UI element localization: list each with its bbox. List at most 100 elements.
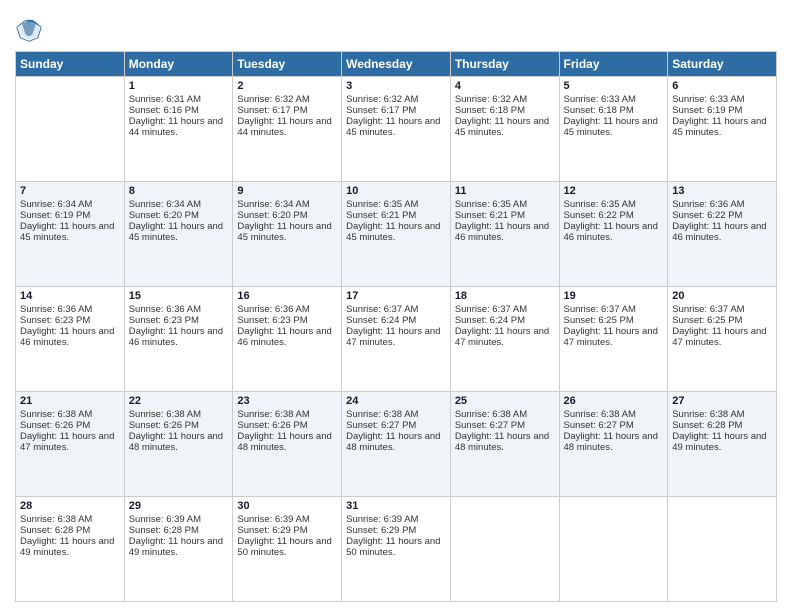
calendar-week-row: 7 Sunrise: 6:34 AM Sunset: 6:19 PM Daylight… [16,182,777,287]
calendar-cell: 14Sunrise: 6:36 AMSunset: 6:23 PMDayligh… [16,287,125,392]
calendar-cell: 24Sunrise: 6:38 AMSunset: 6:27 PMDayligh… [342,392,451,497]
day-number: 28 [20,500,120,512]
sunset-text: Sunset: 6:29 PM [237,525,337,536]
daylight-text: Daylight: 11 hours and 47 minutes. [20,431,120,453]
day-number: 13 [672,185,772,197]
daylight-text: Daylight: 11 hours and 49 minutes. [672,431,772,453]
daylight-text: Daylight: 11 hours and 48 minutes. [129,431,229,453]
calendar-cell: 18Sunrise: 6:37 AMSunset: 6:24 PMDayligh… [450,287,559,392]
calendar-cell: 25Sunrise: 6:38 AMSunset: 6:27 PMDayligh… [450,392,559,497]
sunrise-text: Sunrise: 6:32 AM [346,94,446,105]
sunset-text: Sunset: 6:27 PM [346,420,446,431]
sunset-text: Sunset: 6:23 PM [237,315,337,326]
daylight-text: Daylight: 11 hours and 45 minutes. [564,116,664,138]
daylight-text: Daylight: 11 hours and 48 minutes. [455,431,555,453]
calendar-cell: 8Sunrise: 6:34 AMSunset: 6:20 PMDaylight… [124,182,233,287]
daylight-text: Daylight: 11 hours and 50 minutes. [346,536,446,558]
day-number: 19 [564,290,664,302]
sunrise-text: Sunrise: 6:35 AM [564,199,664,210]
weekday-header: Friday [559,52,668,77]
sunset-text: Sunset: 6:17 PM [237,105,337,116]
calendar-cell: 2Sunrise: 6:32 AMSunset: 6:17 PMDaylight… [233,77,342,182]
calendar-cell: 27 Sunrise: 6:38 AMSunset: 6:28 PMDayligh… [668,392,777,497]
day-number: 26 [564,395,664,407]
day-number: 17 [346,290,446,302]
sunrise-text: Sunrise: 6:37 AM [455,304,555,315]
day-number: 21 [20,395,120,407]
calendar-week-row: 21Sunrise: 6:38 AMSunset: 6:26 PMDayligh… [16,392,777,497]
sunset-text: Sunset: 6:25 PM [564,315,664,326]
daylight-text: Daylight: 11 hours and 47 minutes. [455,326,555,348]
weekday-header: Sunday [16,52,125,77]
sunrise-text: Sunrise: 6:38 AM [129,409,229,420]
logo-icon [15,15,43,43]
sunrise-text: Sunrise: 6:38 AM [672,409,772,420]
sunset-text: Sunset: 6:16 PM [129,105,229,116]
sunset-text: Sunset: 6:26 PM [20,420,120,431]
calendar-cell [16,77,125,182]
weekday-header: Wednesday [342,52,451,77]
sunset-text: Sunset: 6:19 PM [20,210,120,221]
sunset-text: Sunset: 6:28 PM [672,420,772,431]
sunrise-text: Sunrise: 6:38 AM [455,409,555,420]
sunrise-text: Sunrise: 6:38 AM [346,409,446,420]
calendar-cell: 17Sunrise: 6:37 AMSunset: 6:24 PMDayligh… [342,287,451,392]
daylight-text: Daylight: 11 hours and 45 minutes. [455,116,555,138]
sunrise-text: Sunrise: 6:31 AM [129,94,229,105]
day-number: 8 [129,185,229,197]
sunrise-text: Sunrise: 6:37 AM [672,304,772,315]
day-number: 7 [20,185,120,197]
day-number: 30 [237,500,337,512]
calendar-cell: 1Sunrise: 6:31 AMSunset: 6:16 PMDaylight… [124,77,233,182]
daylight-text: Daylight: 11 hours and 46 minutes. [129,326,229,348]
daylight-text: Daylight: 11 hours and 44 minutes. [237,116,337,138]
calendar-cell: 30Sunrise: 6:39 AMSunset: 6:29 PMDayligh… [233,497,342,602]
calendar-cell: 9Sunrise: 6:34 AMSunset: 6:20 PMDaylight… [233,182,342,287]
calendar-cell: 21 Sunrise: 6:38 AMSunset: 6:26 PMDayligh… [16,392,125,497]
calendar-table: SundayMondayTuesdayWednesdayThursdayFrid… [15,51,777,602]
sunset-text: Sunset: 6:21 PM [346,210,446,221]
sunrise-text: Sunrise: 6:38 AM [237,409,337,420]
sunset-text: Sunset: 6:28 PM [20,525,120,536]
calendar-cell [450,497,559,602]
daylight-text: Daylight: 11 hours and 47 minutes. [564,326,664,348]
calendar-cell: 31Sunrise: 6:39 AMSunset: 6:29 PMDayligh… [342,497,451,602]
calendar-cell: 28Sunrise: 6:38 AMSunset: 6:28 PMDayligh… [16,497,125,602]
daylight-text: Daylight: 11 hours and 46 minutes. [237,326,337,348]
calendar-cell: 13Sunrise: 6:36 AMSunset: 6:22 PMDayligh… [668,182,777,287]
sunrise-text: Sunrise: 6:38 AM [20,409,120,420]
sunrise-text: Sunrise: 6:34 AM [129,199,229,210]
day-number: 29 [129,500,229,512]
calendar-cell: 16Sunrise: 6:36 AMSunset: 6:23 PMDayligh… [233,287,342,392]
day-number: 23 [237,395,337,407]
weekday-header-row: SundayMondayTuesdayWednesdayThursdayFrid… [16,52,777,77]
calendar-week-row: 14Sunrise: 6:36 AMSunset: 6:23 PMDayligh… [16,287,777,392]
calendar-cell: 23Sunrise: 6:38 AMSunset: 6:26 PMDayligh… [233,392,342,497]
day-number: 14 [20,290,120,302]
calendar-week-row: 1Sunrise: 6:31 AMSunset: 6:16 PMDaylight… [16,77,777,182]
daylight-text: Daylight: 11 hours and 45 minutes. [346,221,446,243]
day-number: 27 [672,395,772,407]
calendar-cell: 19Sunrise: 6:37 AMSunset: 6:25 PMDayligh… [559,287,668,392]
calendar-cell: 3Sunrise: 6:32 AMSunset: 6:17 PMDaylight… [342,77,451,182]
daylight-text: Daylight: 11 hours and 48 minutes. [564,431,664,453]
sunrise-text: Sunrise: 6:37 AM [346,304,446,315]
sunset-text: Sunset: 6:20 PM [237,210,337,221]
logo [15,15,47,43]
sunrise-text: Sunrise: 6:33 AM [564,94,664,105]
calendar-cell: 20Sunrise: 6:37 AMSunset: 6:25 PMDayligh… [668,287,777,392]
day-number: 11 [455,185,555,197]
sunrise-text: Sunrise: 6:39 AM [346,514,446,525]
sunset-text: Sunset: 6:23 PM [129,315,229,326]
weekday-header: Thursday [450,52,559,77]
sunrise-text: Sunrise: 6:36 AM [672,199,772,210]
sunrise-text: Sunrise: 6:32 AM [237,94,337,105]
sunset-text: Sunset: 6:22 PM [564,210,664,221]
sunrise-text: Sunrise: 6:39 AM [237,514,337,525]
header [15,10,777,43]
daylight-text: Daylight: 11 hours and 45 minutes. [237,221,337,243]
sunrise-text: Sunrise: 6:35 AM [346,199,446,210]
calendar-cell: 22Sunrise: 6:38 AMSunset: 6:26 PMDayligh… [124,392,233,497]
sunrise-text: Sunrise: 6:38 AM [564,409,664,420]
sunrise-text: Sunrise: 6:36 AM [20,304,120,315]
